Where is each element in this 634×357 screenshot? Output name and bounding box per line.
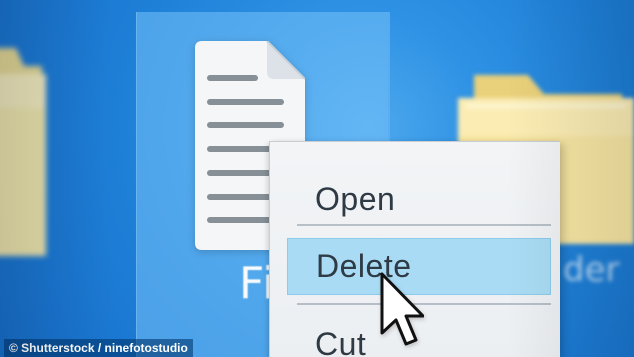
menu-item-label: Open [315, 181, 396, 217]
folder-label: der [563, 250, 620, 290]
arrow-cursor-icon [380, 272, 424, 346]
menu-item-label: Cut [315, 326, 367, 357]
context-menu-item-open[interactable]: Open [287, 172, 551, 227]
desktop-background: Fi der Open Delete Cut © Shutterstock / … [0, 0, 634, 357]
menu-divider [297, 303, 551, 305]
folder-icon[interactable] [0, 26, 48, 256]
menu-divider [297, 224, 551, 226]
watermark: © Shutterstock / ninefotostudio [4, 339, 193, 357]
